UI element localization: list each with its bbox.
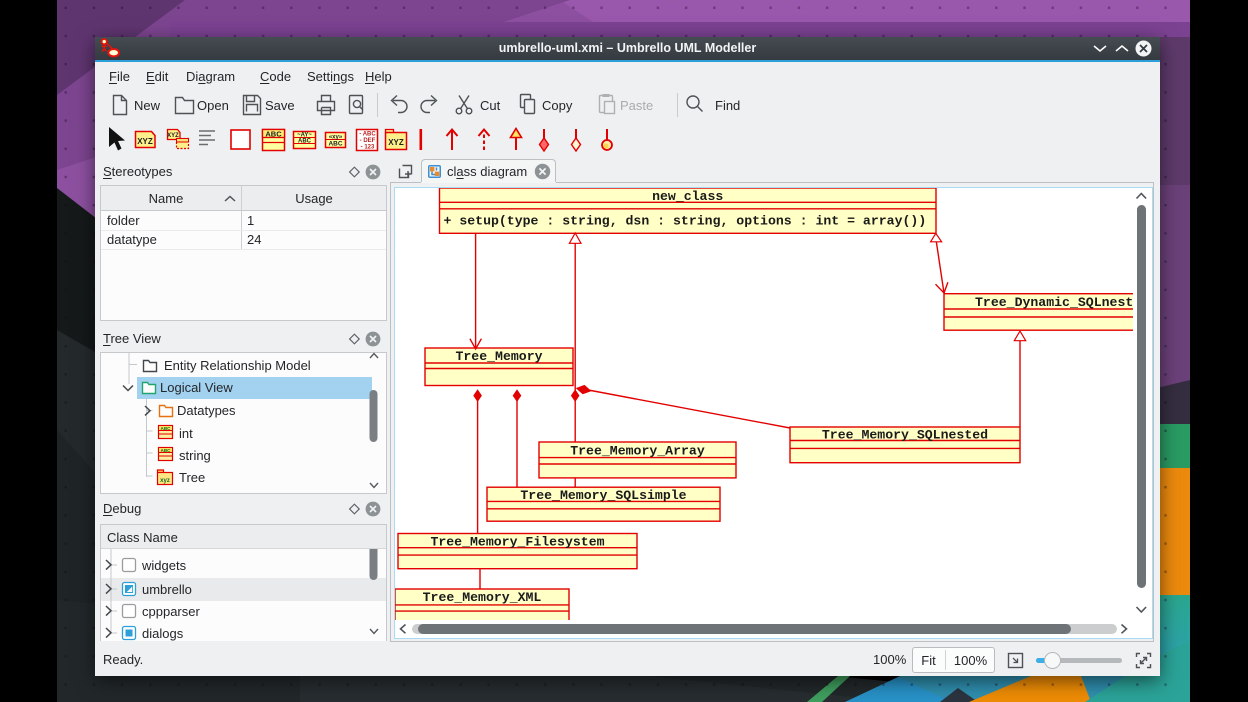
svg-text:XYZ: XYZ xyxy=(137,137,153,146)
svg-text:- ABC: - ABC xyxy=(359,132,376,138)
svg-text:ABC: ABC xyxy=(161,448,172,453)
svg-text:ABC: ABC xyxy=(265,130,282,139)
svg-text:ABC: ABC xyxy=(328,141,342,148)
svg-text:- 123: - 123 xyxy=(361,145,375,151)
svg-text:ABC: ABC xyxy=(161,426,172,431)
svg-text:- DEF: - DEF xyxy=(360,138,376,144)
svg-text:ABC: ABC xyxy=(298,139,312,145)
svg-text:XYZ: XYZ xyxy=(388,138,404,147)
svg-text:xyz: xyz xyxy=(160,478,170,484)
